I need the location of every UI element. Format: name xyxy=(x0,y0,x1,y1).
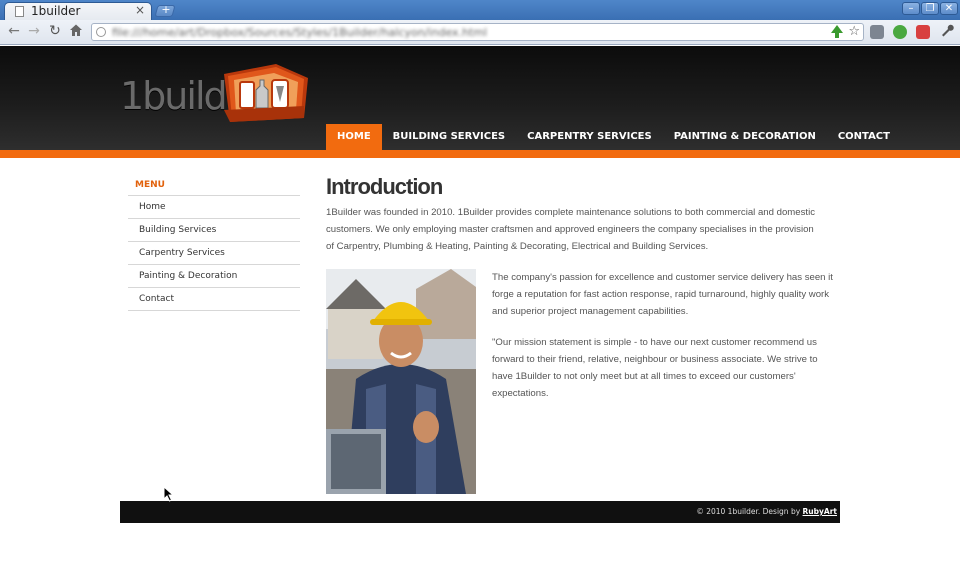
browser-tab[interactable]: 1builder × xyxy=(4,2,152,20)
home-icon[interactable] xyxy=(68,23,84,39)
sidebar-menu: Home Building Services Carpentry Service… xyxy=(128,195,300,311)
sidebar-item-painting-decoration[interactable]: Painting & Decoration xyxy=(128,265,300,288)
tab-close-icon[interactable]: × xyxy=(135,3,145,17)
site-footer: © 2010 1builder. Design by RubyArt xyxy=(120,501,840,523)
plus-icon: + xyxy=(161,3,171,16)
go-arrow-icon[interactable] xyxy=(831,25,843,38)
tab-title: 1builder xyxy=(31,4,81,18)
mail-extension-icon[interactable] xyxy=(916,25,930,39)
forward-icon[interactable]: → xyxy=(26,23,42,39)
footer-designer-link[interactable]: RubyArt xyxy=(803,507,837,516)
toolbox-logo-icon[interactable] xyxy=(216,60,312,124)
browser-titlebar: 1builder × + – ❐ ✕ xyxy=(0,0,960,20)
footer-copyright: © 2010 1builder. Design by RubyArt xyxy=(696,507,837,516)
page-info-icon[interactable] xyxy=(96,27,106,37)
checkmark-extension-icon[interactable] xyxy=(893,25,907,39)
nav-painting-decoration[interactable]: PAINTING & DECORATION xyxy=(663,124,827,150)
restore-button[interactable]: ❐ xyxy=(921,2,939,15)
builder-photo xyxy=(326,269,476,494)
sidebar-item-building-services[interactable]: Building Services xyxy=(128,219,300,242)
address-bar[interactable]: file:///home/art/Dropbox/Sources/Styles/… xyxy=(91,23,864,41)
sidebar-title: MENU xyxy=(135,180,165,190)
minimize-button[interactable]: – xyxy=(902,2,920,15)
bookmark-star-icon[interactable]: ☆ xyxy=(848,24,860,40)
page-icon xyxy=(15,6,24,17)
mouse-cursor-icon xyxy=(163,485,175,502)
new-tab-button[interactable]: + xyxy=(154,3,176,17)
passion-paragraph: The company's passion for excellence and… xyxy=(492,272,833,317)
close-window-button[interactable]: ✕ xyxy=(940,2,958,15)
nav-contact[interactable]: CONTACT xyxy=(827,124,901,150)
mission-paragraph: "Our mission statement is simple - to ha… xyxy=(492,337,818,399)
page-title: Introduction xyxy=(326,174,443,199)
sidebar-item-carpentry-services[interactable]: Carpentry Services xyxy=(128,242,300,265)
extension-icon[interactable] xyxy=(870,25,884,39)
header-accent-bar xyxy=(0,150,960,158)
url-text: file:///home/art/Dropbox/Sources/Styles/… xyxy=(112,26,488,39)
browser-toolbar: ← → ↻ file:///home/art/Dropbox/Sources/S… xyxy=(0,20,960,45)
wrench-icon[interactable] xyxy=(939,23,955,39)
copyright-text: © 2010 1builder. Design by xyxy=(696,507,801,516)
main-nav: HOME BUILDING SERVICES CARPENTRY SERVICE… xyxy=(326,124,901,150)
nav-building-services[interactable]: BUILDING SERVICES xyxy=(382,124,516,150)
sidebar-item-contact[interactable]: Contact xyxy=(128,288,300,311)
intro-paragraph: 1Builder was founded in 2010. 1Builder p… xyxy=(326,207,816,252)
reload-icon[interactable]: ↻ xyxy=(47,23,63,39)
nav-home[interactable]: HOME xyxy=(326,124,382,150)
nav-carpentry-services[interactable]: CARPENTRY SERVICES xyxy=(516,124,663,150)
back-icon[interactable]: ← xyxy=(6,23,22,39)
sidebar-item-home[interactable]: Home xyxy=(128,196,300,219)
